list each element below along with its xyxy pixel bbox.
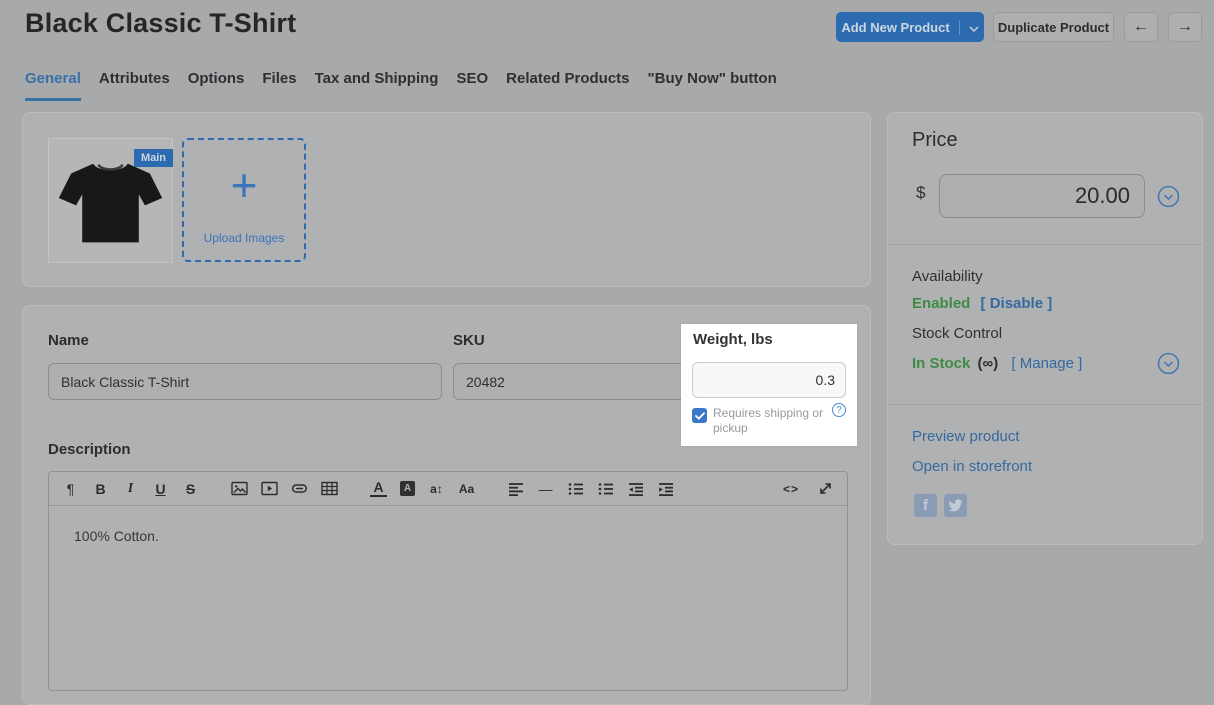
editor-toolbar: ¶ B I U S A A [49, 472, 847, 506]
availability-label: Availability [912, 268, 983, 285]
duplicate-product-button[interactable]: Duplicate Product [993, 12, 1114, 42]
product-edit-page: Black Classic T-Shirt Add New Product Du… [0, 0, 1214, 634]
tab-tax-and-shipping[interactable]: Tax and Shipping [315, 70, 439, 101]
page-title: Black Classic T-Shirt [25, 8, 296, 39]
highlight-color-icon[interactable]: A [400, 481, 415, 496]
toolbar-right-group: <> [780, 480, 834, 498]
tab-general[interactable]: General [25, 70, 81, 101]
text-style-icon[interactable]: Aa [458, 480, 475, 498]
facebook-share-button[interactable]: f [914, 494, 937, 517]
insert-video-icon[interactable] [261, 480, 278, 498]
stock-options-chevron[interactable] [1157, 352, 1180, 375]
paragraph-icon[interactable]: ¶ [62, 480, 79, 498]
horizontal-rule-icon[interactable]: — [537, 480, 554, 498]
stock-status: In Stock [912, 355, 970, 372]
numbered-list-icon[interactable] [597, 480, 614, 498]
arrow-right-icon: → [1177, 18, 1193, 36]
outdent-icon[interactable] [627, 480, 644, 498]
weight-input[interactable] [692, 362, 846, 398]
tab-files[interactable]: Files [262, 70, 296, 101]
tab-seo[interactable]: SEO [456, 70, 488, 101]
underline-icon[interactable]: U [152, 480, 169, 498]
manage-stock-link[interactable]: [ Manage ] [1011, 355, 1082, 372]
fullscreen-icon[interactable] [817, 480, 834, 498]
add-new-product-button[interactable]: Add New Product [836, 12, 984, 42]
product-tabs: General Attributes Options Files Tax and… [25, 70, 777, 101]
open-in-storefront-link[interactable]: Open in storefront [912, 458, 1032, 475]
main-image-badge: Main [134, 149, 173, 167]
bold-icon[interactable]: B [92, 480, 109, 498]
description-label: Description [48, 441, 131, 458]
align-left-icon[interactable] [507, 480, 524, 498]
tab-buy-now-button[interactable]: "Buy Now" button [648, 70, 777, 101]
upload-images-button[interactable]: + Upload Images [182, 138, 306, 262]
price-input[interactable] [939, 174, 1145, 218]
divider [888, 244, 1202, 245]
arrow-left-icon: ← [1133, 18, 1149, 36]
preview-product-link[interactable]: Preview product [912, 428, 1020, 445]
price-label: Price [912, 129, 958, 152]
name-input[interactable] [48, 363, 442, 400]
chevron-down-circle-icon [1157, 185, 1180, 208]
strikethrough-icon[interactable]: S [182, 480, 199, 498]
name-label: Name [48, 332, 89, 349]
requires-shipping-label[interactable]: Requires shipping or pickup [713, 406, 833, 436]
add-new-product-label: Add New Product [841, 20, 949, 35]
description-content[interactable]: 100% Cotton. [49, 506, 847, 566]
description-editor: ¶ B I U S A A [48, 471, 848, 691]
tab-related-products[interactable]: Related Products [506, 70, 629, 101]
italic-icon[interactable]: I [122, 480, 139, 498]
disable-link[interactable]: [ Disable ] [981, 295, 1053, 312]
currency-symbol: $ [916, 183, 925, 203]
product-image-thumbnail[interactable]: Main [48, 138, 173, 263]
duplicate-product-label: Duplicate Product [998, 20, 1109, 35]
bullet-list-icon[interactable] [567, 480, 584, 498]
add-new-product-dropdown[interactable] [959, 20, 979, 35]
stock-control-label: Stock Control [912, 325, 1002, 342]
chevron-down-circle-icon [1157, 352, 1180, 375]
stock-row: In Stock (∞) [ Manage ] [912, 355, 1082, 372]
twitter-share-button[interactable] [944, 494, 967, 517]
sidebar-card: Price $ Availability Enabled [ Disable ]… [887, 112, 1203, 545]
facebook-icon: f [923, 497, 928, 514]
twitter-icon [948, 499, 963, 512]
stock-quantity: (∞) [978, 355, 999, 372]
availability-status: Enabled [912, 295, 970, 312]
sku-input[interactable] [453, 363, 687, 400]
chevron-down-icon [969, 20, 979, 35]
checkmark-icon [695, 412, 705, 420]
tab-attributes[interactable]: Attributes [99, 70, 170, 101]
next-product-button[interactable]: → [1168, 12, 1202, 42]
plus-icon: + [231, 162, 258, 208]
insert-link-icon[interactable] [291, 480, 308, 498]
line-height-icon[interactable]: a↕ [428, 480, 445, 498]
upload-images-label: Upload Images [204, 231, 285, 245]
price-options-chevron[interactable] [1157, 185, 1180, 208]
insert-table-icon[interactable] [321, 480, 338, 498]
insert-image-icon[interactable] [231, 480, 248, 498]
source-code-icon[interactable]: <> [780, 480, 802, 498]
sku-label: SKU [453, 332, 485, 349]
font-color-icon[interactable]: A [370, 480, 387, 497]
tab-options[interactable]: Options [188, 70, 245, 101]
requires-shipping-checkbox[interactable] [692, 408, 707, 423]
gallery-card: Main + Upload Images [22, 112, 871, 287]
weight-spotlight-section: Weight, lbs Requires shipping or pickup … [681, 324, 857, 446]
previous-product-button[interactable]: ← [1124, 12, 1158, 42]
help-icon[interactable]: ? [832, 403, 846, 417]
weight-label: Weight, lbs [693, 331, 773, 348]
availability-row: Enabled [ Disable ] [912, 295, 1052, 312]
indent-icon[interactable] [657, 480, 674, 498]
divider [888, 404, 1202, 405]
